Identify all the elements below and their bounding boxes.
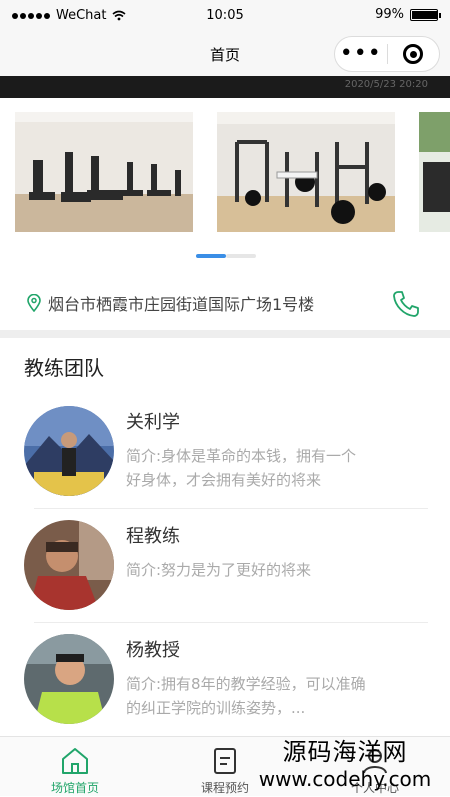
indicator-dot — [226, 254, 256, 258]
close-mini-program-button[interactable] — [387, 44, 439, 64]
address-text: 烟台市栖霞市庄园街道国际广场1号楼 — [48, 295, 315, 314]
coach-divider — [34, 622, 428, 623]
watermark-line1: 源码海洋网 — [282, 738, 408, 766]
watermark-line2: www.codehy.com — [258, 767, 432, 791]
location-pin-icon — [27, 294, 41, 312]
coach-intro: 简介:拥有8年的教学经验，可以准确的纠正学院的训练姿势，... — [126, 675, 366, 717]
tab-home-label: 场馆首页 — [50, 781, 99, 795]
battery-indicator: 99% — [375, 7, 441, 22]
carousel-indicator — [196, 254, 256, 258]
more-dots-icon[interactable]: ••• — [335, 43, 387, 65]
gym-photo-weights[interactable] — [217, 112, 395, 232]
coach-card[interactable]: 杨教授 简介:拥有8年的教学经验，可以准确的纠正学院的训练姿势，... — [24, 634, 434, 750]
target-icon — [403, 44, 424, 64]
coach-name: 程教练 — [126, 526, 180, 547]
phone-icon[interactable] — [390, 288, 422, 320]
coach-avatar — [24, 406, 114, 496]
coach-team-heading: 教练团队 — [24, 356, 104, 380]
coach-intro: 简介:努力是为了更好的将来 — [126, 561, 312, 579]
coach-avatar — [24, 634, 114, 724]
status-bar: WeChat 10:05 99% — [0, 0, 450, 32]
banner-date: 2020/5/23 20:20 — [344, 79, 428, 90]
schedule-icon — [214, 748, 236, 774]
indicator-dot — [196, 254, 226, 258]
home-icon — [62, 748, 88, 774]
coach-name: 关利学 — [126, 412, 180, 433]
gym-photo-partial[interactable] — [419, 112, 450, 232]
coach-card[interactable]: 程教练 简介:努力是为了更好的将来 — [24, 520, 434, 636]
coach-name: 杨教授 — [126, 640, 180, 661]
mini-program-capsule: ••• — [334, 36, 440, 72]
coach-card[interactable]: 关利学 简介:身体是革命的本钱，拥有一个好身体，才会拥有美好的将来 — [24, 406, 434, 522]
gym-photo-treadmills[interactable] — [15, 112, 193, 232]
section-divider — [0, 330, 450, 338]
battery-icon — [410, 8, 441, 21]
coach-avatar — [24, 520, 114, 610]
tab-home[interactable]: 场馆首页 — [0, 737, 150, 797]
coach-intro: 简介:身体是革命的本钱，拥有一个好身体，才会拥有美好的将来 — [126, 447, 357, 489]
navigation-bar: 首页 ••• — [0, 32, 450, 76]
gym-photo-carousel[interactable] — [0, 112, 450, 234]
site-watermark: 源码海洋网 www.codehy.com — [240, 738, 450, 796]
battery-percent: 99% — [375, 7, 404, 22]
top-banner[interactable]: 2020/5/23 20:20 — [0, 76, 450, 98]
address-bar[interactable]: 烟台市栖霞市庄园街道国际广场1号楼 — [0, 278, 450, 328]
coach-divider — [34, 508, 428, 509]
